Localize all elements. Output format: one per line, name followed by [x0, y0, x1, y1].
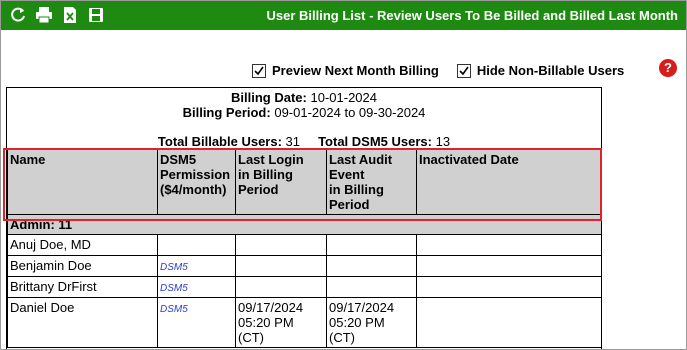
inactivated-cell: [416, 276, 602, 298]
inactivated-cell: [416, 234, 602, 256]
table-row[interactable]: Brittany DrFirst DSM5: [7, 276, 602, 298]
col-last-audit: Last Audit Event in Billing Period: [326, 149, 417, 215]
group-label: Admin: 11: [7, 214, 602, 235]
dsm5-link[interactable]: DSM5: [160, 304, 188, 315]
col-name: Name: [7, 149, 158, 215]
total-dsm5-label: Total DSM5 Users:: [318, 134, 432, 149]
last-login-cell: [235, 255, 327, 277]
billing-period-value: 09-01-2024 to 09-30-2024: [274, 105, 426, 120]
last-login-cell: [235, 234, 327, 256]
dsm5-link[interactable]: DSM5: [160, 283, 188, 294]
preview-next-month-checkbox[interactable]: [252, 63, 266, 78]
table-header-row: Name DSM5 Permission ($4/month) Last Log…: [7, 149, 602, 215]
last-login-cell: [235, 276, 327, 298]
billing-table: Name DSM5 Permission ($4/month) Last Log…: [7, 149, 602, 348]
last-audit-cell: [326, 276, 417, 298]
print-icon[interactable]: [35, 6, 53, 24]
col-inactivated-date: Inactivated Date: [416, 149, 602, 215]
hide-non-billable-option[interactable]: Hide Non-Billable Users: [456, 63, 625, 78]
total-billable-value: 31: [285, 134, 301, 149]
last-login-cell: 09/17/2024 05:20 PM (CT): [235, 297, 327, 348]
refresh-icon[interactable]: [9, 6, 27, 24]
billing-date-line: Billing Date: 10-01-2024: [7, 90, 601, 105]
last-audit-cell: [326, 234, 417, 256]
col-last-login: Last Login in Billing Period: [235, 149, 327, 215]
billing-period-label: Billing Period:: [182, 105, 271, 120]
col-dsm5: DSM5 Permission ($4/month): [157, 149, 236, 215]
options-bar: Preview Next Month Billing Hide Non-Bill…: [252, 63, 642, 78]
page-title: User Billing List - Review Users To Be B…: [266, 8, 679, 23]
dsm5-cell: DSM5: [157, 297, 236, 348]
save-icon[interactable]: [87, 6, 105, 24]
inactivated-cell: [416, 255, 602, 277]
billing-date-label: Billing Date:: [231, 90, 307, 105]
dsm5-cell: [157, 234, 236, 256]
checkmark-icon: [459, 66, 469, 75]
billing-period-line: Billing Period: 09-01-2024 to 09-30-2024: [7, 105, 601, 120]
user-name: Anuj Doe, MD: [7, 234, 158, 256]
totals-line: Total Billable Users: 31 Total DSM5 User…: [7, 134, 601, 149]
excel-icon[interactable]: [61, 6, 79, 24]
last-audit-cell: [326, 255, 417, 277]
dsm5-cell: DSM5: [157, 255, 236, 277]
checkmark-icon: [254, 66, 264, 75]
user-name: Daniel Doe: [7, 297, 158, 348]
billing-report: Billing Date: 10-01-2024 Billing Period:…: [6, 87, 602, 349]
preview-next-month-label: Preview Next Month Billing: [272, 63, 439, 78]
toolbar: [9, 6, 105, 24]
hide-non-billable-checkbox[interactable]: [456, 63, 471, 78]
inactivated-cell: [416, 297, 602, 348]
dsm5-cell: DSM5: [157, 276, 236, 298]
user-name: Benjamin Doe: [7, 255, 158, 277]
table-row[interactable]: Daniel Doe DSM5 09/17/2024 05:20 PM (CT)…: [7, 297, 602, 348]
dsm5-link[interactable]: DSM5: [160, 262, 188, 273]
group-row-admin: Admin: 11: [7, 214, 602, 235]
user-name: Brittany DrFirst: [7, 276, 158, 298]
title-bar: User Billing List - Review Users To Be B…: [1, 1, 686, 30]
table-row[interactable]: Benjamin Doe DSM5: [7, 255, 602, 277]
preview-next-month-option[interactable]: Preview Next Month Billing: [252, 63, 439, 78]
hide-non-billable-label: Hide Non-Billable Users: [476, 63, 625, 78]
last-audit-cell: 09/17/2024 05:20 PM (CT): [326, 297, 417, 348]
billing-window: User Billing List - Review Users To Be B…: [0, 0, 687, 350]
total-dsm5-value: 13: [435, 134, 451, 149]
table-row[interactable]: Anuj Doe, MD: [7, 234, 602, 256]
total-billable-label: Total Billable Users:: [157, 134, 282, 149]
help-icon[interactable]: ?: [659, 59, 677, 77]
billing-date-value: 10-01-2024: [310, 90, 377, 105]
